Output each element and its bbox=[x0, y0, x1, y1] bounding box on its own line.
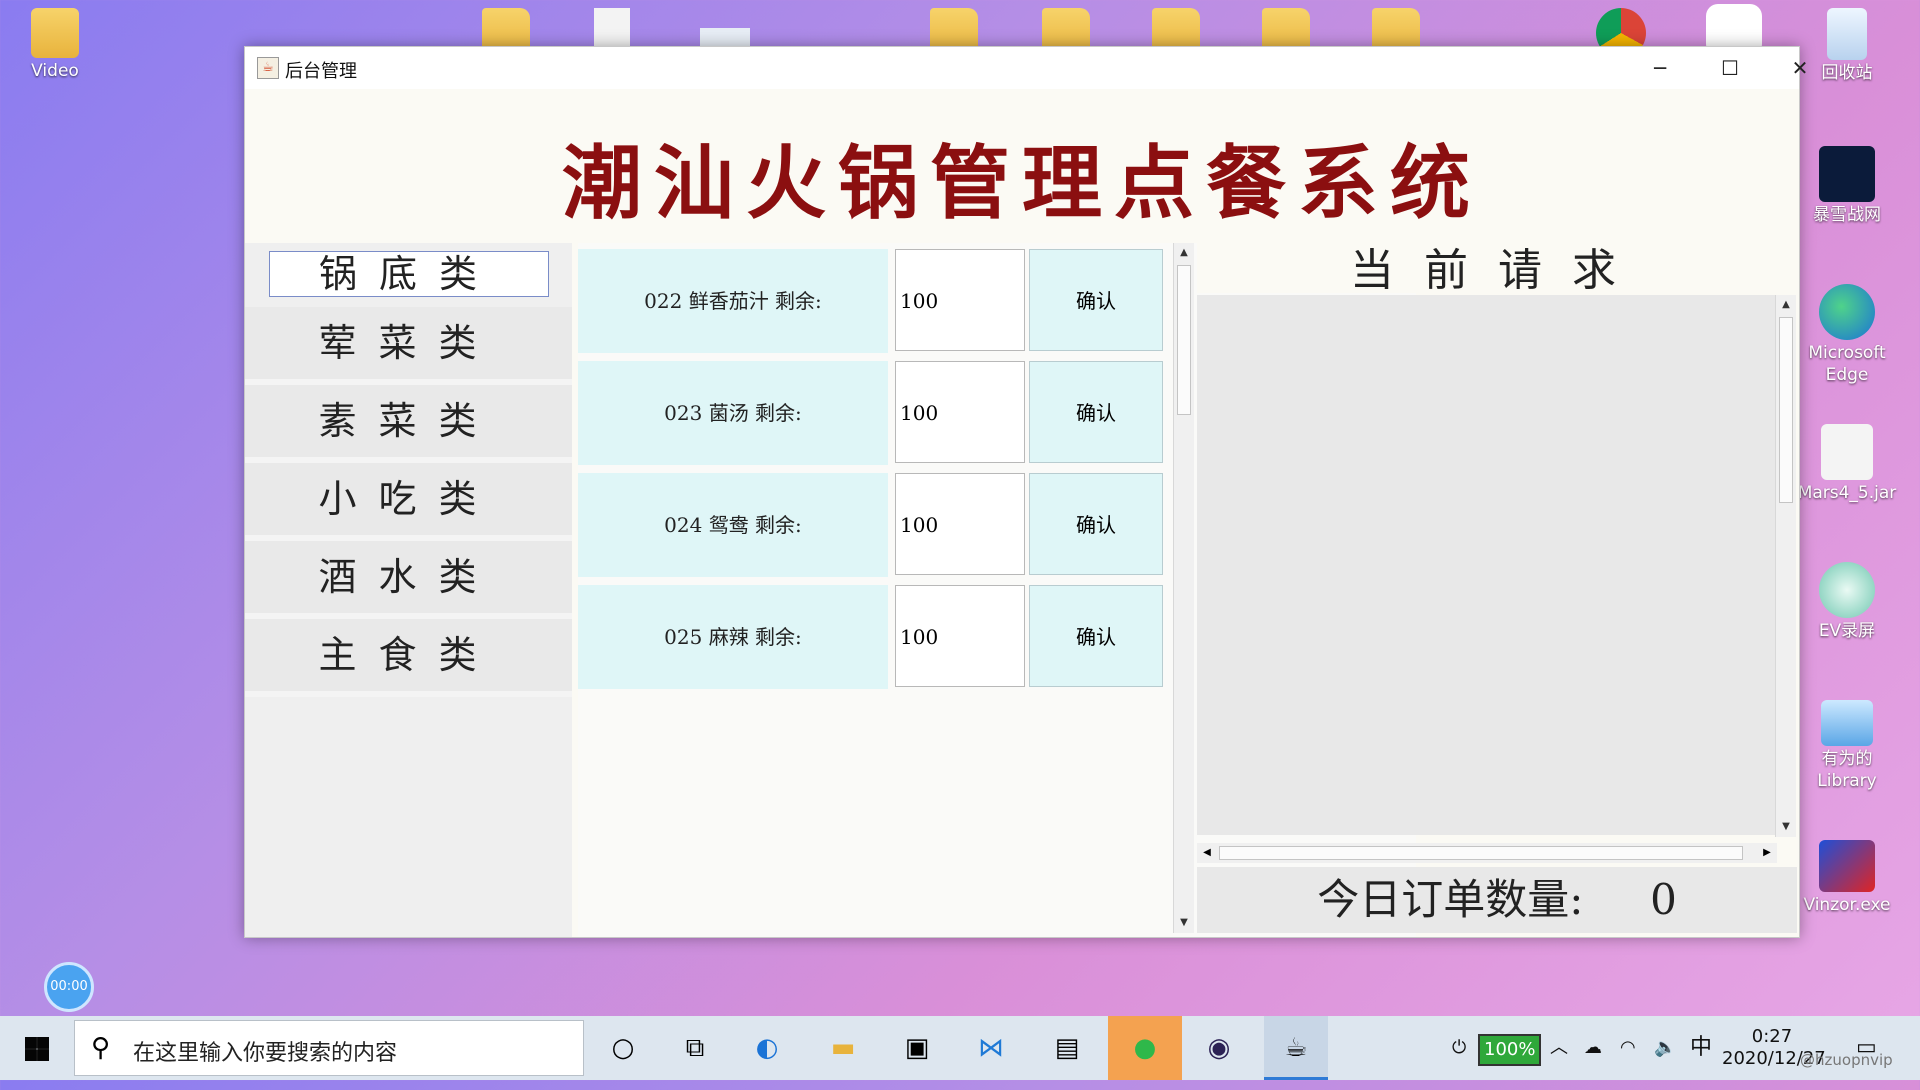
desktop-icon-label: 有为的 Library bbox=[1817, 749, 1877, 791]
search-icon: ⚲ bbox=[91, 1033, 111, 1063]
cortana-icon[interactable]: ○ bbox=[592, 1016, 654, 1080]
ime-indicator[interactable]: 中 bbox=[1690, 1016, 1712, 1080]
desktop-icon-label: Video bbox=[31, 61, 79, 81]
order-count-value: 0 bbox=[1650, 875, 1677, 924]
confirm-button[interactable]: 确认 bbox=[1029, 585, 1163, 687]
desktop-icon-label: Mars4_5.jar bbox=[1797, 483, 1897, 503]
watermark-text: @hzuopnvip bbox=[1800, 1051, 1893, 1069]
battlenet-icon bbox=[1819, 146, 1875, 202]
minimize-button[interactable]: ─ bbox=[1625, 47, 1695, 89]
category-staple[interactable]: 主食类 bbox=[245, 619, 572, 697]
desktop-icon-label: EV录屏 bbox=[1818, 621, 1876, 641]
order-count-label: 今日订单数量: bbox=[1317, 875, 1584, 924]
vinzor-icon bbox=[1819, 840, 1875, 892]
list-item: 023 菌汤 剩余: 100 确认 bbox=[578, 361, 1168, 465]
eclipse-icon[interactable]: ◉ bbox=[1188, 1016, 1250, 1080]
category-pot-base[interactable]: 锅底类 bbox=[269, 251, 549, 297]
edge-icon[interactable]: ◐ bbox=[736, 1016, 798, 1080]
quantity-input[interactable]: 100 bbox=[895, 361, 1025, 463]
scroll-up-icon[interactable]: ▲ bbox=[1174, 243, 1194, 263]
notification-icon[interactable]: ▭ bbox=[1856, 1016, 1877, 1080]
desktop-icon-label: Vinzor.exe bbox=[1803, 895, 1891, 915]
scroll-down-icon[interactable]: ▼ bbox=[1174, 913, 1194, 933]
scroll-up-icon[interactable]: ▲ bbox=[1776, 295, 1796, 315]
volume-icon[interactable]: 🔈 bbox=[1654, 1016, 1676, 1080]
terminal-icon[interactable]: ▤ bbox=[1036, 1016, 1098, 1080]
wifi-icon[interactable]: ◠ bbox=[1620, 1016, 1636, 1080]
quantity-input[interactable]: 100 bbox=[895, 473, 1025, 575]
desktop-icon-edge[interactable]: Microsoft Edge bbox=[1792, 284, 1902, 386]
start-button[interactable] bbox=[6, 1016, 68, 1080]
document-icon[interactable] bbox=[594, 8, 630, 50]
confirm-button[interactable]: 确认 bbox=[1029, 249, 1163, 351]
library-icon bbox=[1821, 700, 1873, 746]
admin-window: ☕ 后台管理 ─ ☐ ✕ 潮汕火锅管理点餐系统 锅底类 荤菜类 素菜类 小吃类 … bbox=[244, 46, 1808, 938]
request-hscrollbar[interactable]: ◀ ▶ bbox=[1197, 843, 1777, 863]
category-panel: 锅底类 荤菜类 素菜类 小吃类 酒水类 主食类 bbox=[245, 243, 572, 937]
scroll-thumb[interactable] bbox=[1219, 846, 1743, 860]
desktop-icon-vinzor[interactable]: Vinzor.exe bbox=[1792, 840, 1902, 916]
quantity-input[interactable]: 100 bbox=[895, 585, 1025, 687]
ev-recorder-icon bbox=[1819, 562, 1875, 618]
order-count: 今日订单数量: 0 bbox=[1197, 867, 1797, 933]
desktop-icon-label: Microsoft Edge bbox=[1808, 343, 1886, 385]
taskbar-search[interactable]: ⚲ 在这里输入你要搜索的内容 bbox=[74, 1020, 584, 1076]
battery-indicator[interactable]: 100% bbox=[1478, 1034, 1542, 1066]
close-button[interactable]: ✕ bbox=[1765, 47, 1835, 89]
taskbar: ⚲ 在这里输入你要搜索的内容 ○ ⧉ ◐ ▬ ▣ ⋈ ▤ ● ◉ ☕ ⏻ 100… bbox=[0, 1016, 1920, 1080]
list-item: 024 鸳鸯 剩余: 100 确认 bbox=[578, 473, 1168, 577]
folder-icon bbox=[31, 8, 79, 58]
power-icon[interactable]: ⏻ bbox=[1452, 1016, 1466, 1080]
java-icon bbox=[1821, 424, 1873, 480]
scroll-left-icon[interactable]: ◀ bbox=[1197, 843, 1217, 863]
category-snack[interactable]: 小吃类 bbox=[245, 463, 572, 541]
desktop-icon-ev[interactable]: EV录屏 bbox=[1792, 562, 1902, 642]
item-list-scrollbar[interactable]: ▲ ▼ bbox=[1173, 243, 1194, 933]
desktop-icon-label: 暴雪战网 bbox=[1813, 205, 1881, 225]
java-app-icon: ☕ bbox=[257, 57, 279, 79]
category-drinks[interactable]: 酒水类 bbox=[245, 541, 572, 619]
scroll-right-icon[interactable]: ▶ bbox=[1757, 843, 1777, 863]
request-header: 当前请求 bbox=[1197, 243, 1799, 296]
list-item: 025 麻辣 剩余: 100 确认 bbox=[578, 585, 1168, 689]
app-title: 潮汕火锅管理点餐系统 bbox=[562, 136, 1482, 230]
item-label: 022 鲜香茄汁 剩余: bbox=[578, 249, 888, 353]
confirm-button[interactable]: 确认 bbox=[1029, 361, 1163, 463]
list-item: 022 鲜香茄汁 剩余: 100 确认 bbox=[578, 249, 1168, 353]
desktop-icon-video[interactable]: Video bbox=[0, 8, 110, 82]
java-icon[interactable]: ☕ bbox=[1264, 1016, 1328, 1080]
chevron-up-icon[interactable]: ︿ bbox=[1550, 1016, 1568, 1080]
task-view-icon[interactable]: ⧉ bbox=[664, 1016, 726, 1080]
maximize-button[interactable]: ☐ bbox=[1695, 47, 1765, 89]
desktop-icon-battlenet[interactable]: 暴雪战网 bbox=[1792, 146, 1902, 226]
category-vegetable[interactable]: 素菜类 bbox=[245, 385, 572, 463]
scroll-down-icon[interactable]: ▼ bbox=[1776, 817, 1796, 837]
file-explorer-icon[interactable]: ▬ bbox=[812, 1016, 874, 1080]
request-vscrollbar[interactable]: ▲ ▼ bbox=[1775, 295, 1796, 837]
scroll-thumb[interactable] bbox=[1177, 265, 1191, 415]
battery-percent: 100% bbox=[1484, 1039, 1536, 1060]
item-label: 024 鸳鸯 剩余: bbox=[578, 473, 888, 577]
scroll-thumb[interactable] bbox=[1779, 317, 1793, 503]
vscode-icon[interactable]: ⋈ bbox=[960, 1016, 1022, 1080]
confirm-button[interactable]: 确认 bbox=[1029, 473, 1163, 575]
search-input[interactable]: 在这里输入你要搜索的内容 bbox=[133, 1035, 397, 1067]
quantity-input[interactable]: 100 bbox=[895, 249, 1025, 351]
record-timer-badge[interactable]: 00:00 bbox=[44, 962, 94, 1012]
window-title: 后台管理 bbox=[285, 61, 357, 82]
item-label: 025 麻辣 剩余: bbox=[578, 585, 888, 689]
windows-icon bbox=[25, 1036, 49, 1061]
title-bar[interactable]: ☕ 后台管理 ─ ☐ ✕ bbox=[245, 47, 1808, 89]
clock-time: 0:27 bbox=[1751, 1026, 1793, 1047]
item-label: 023 菌汤 剩余: bbox=[578, 361, 888, 465]
desktop-icon-library[interactable]: 有为的 Library bbox=[1792, 700, 1902, 792]
category-meat[interactable]: 荤菜类 bbox=[245, 307, 572, 385]
desktop-icon-mars[interactable]: Mars4_5.jar bbox=[1792, 424, 1902, 504]
request-list[interactable] bbox=[1197, 295, 1777, 835]
wechat-icon[interactable]: ● bbox=[1108, 1016, 1182, 1080]
store-icon[interactable]: ▣ bbox=[886, 1016, 948, 1080]
cloud-icon[interactable]: ☁ bbox=[1584, 1016, 1602, 1080]
edge-icon bbox=[1819, 284, 1875, 340]
